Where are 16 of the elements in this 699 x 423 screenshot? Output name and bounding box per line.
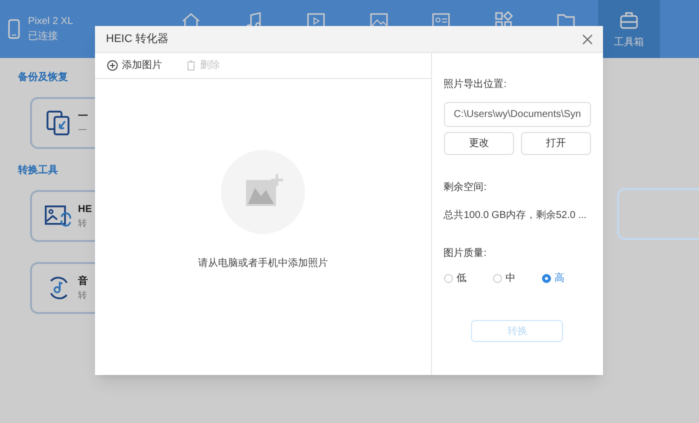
card-subtitle: 转 (78, 216, 87, 230)
card-subtitle: 转 (78, 288, 87, 302)
card-title: HE (78, 202, 92, 217)
storage-text: 总共100.0 GB内存，剩余52.0 ... (444, 208, 588, 223)
empty-hint: 请从电脑或者手机中添加照片 (198, 256, 328, 271)
section-title: 转换工具 (18, 164, 58, 178)
section-label: 图片质量: (444, 246, 487, 261)
section-label: 照片导出位置: (444, 78, 507, 92)
section-label: 剩余空间: (444, 180, 487, 195)
device-name: Pixel 2 XL (28, 15, 74, 29)
dialog-title: HEIC 转化器 (106, 32, 170, 47)
card-title: 音 (78, 274, 88, 289)
section-title: 备份及恢复 (18, 70, 68, 85)
device-status: 已连接 (28, 30, 58, 44)
card-subtitle: 一 (78, 124, 87, 137)
card-title: 一 (78, 110, 88, 124)
